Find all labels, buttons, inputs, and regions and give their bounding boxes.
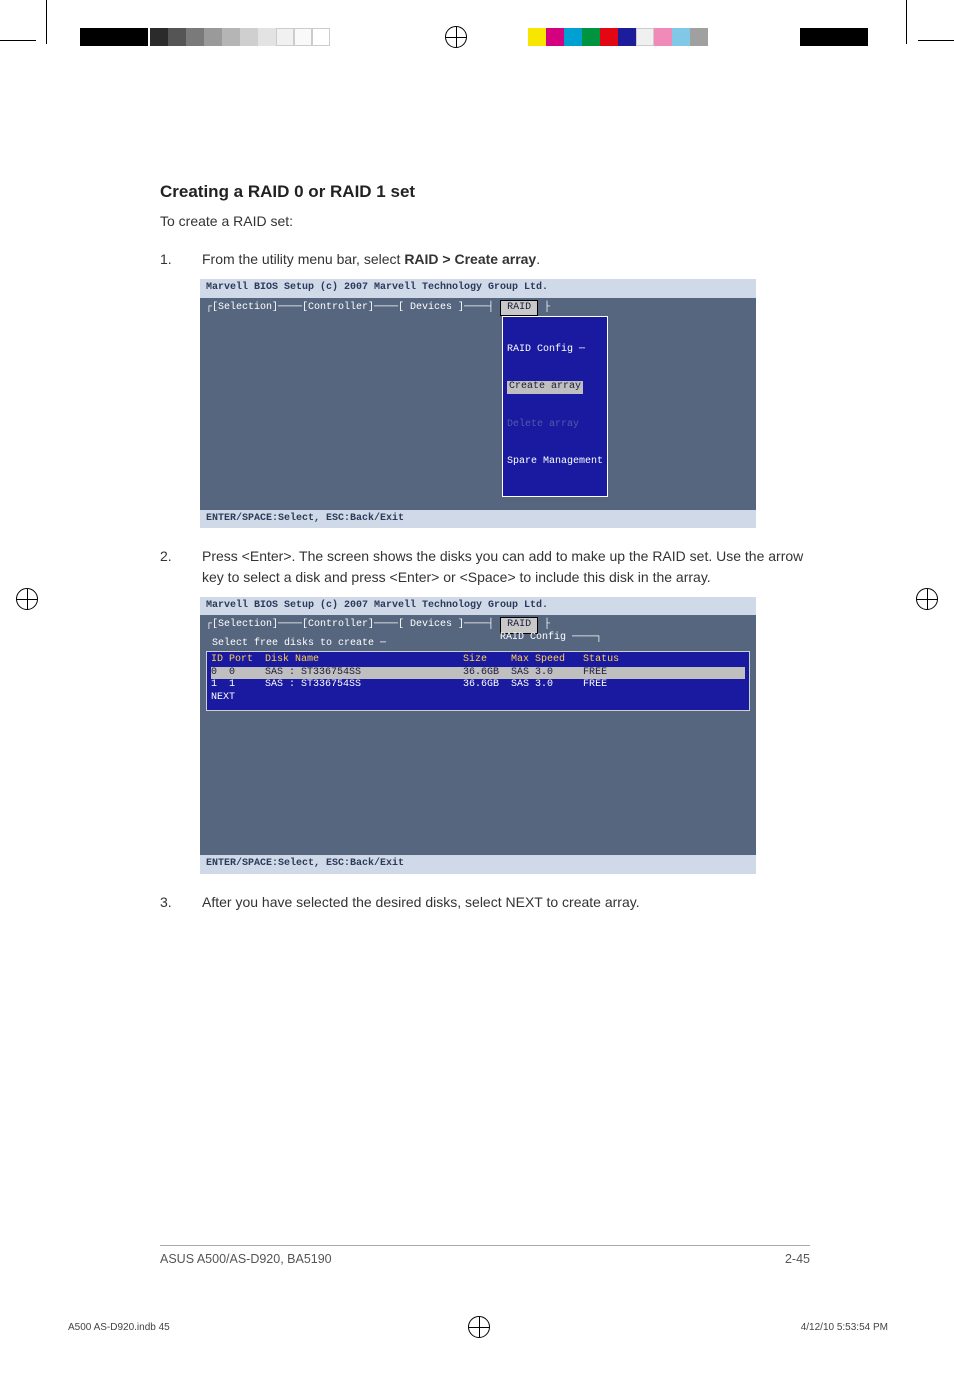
popup-item-spare: Spare Management [507, 456, 603, 469]
bios-footer-hint: ENTER/SPACE:Select, ESC:Back/Exit [200, 855, 756, 874]
popup-item-delete: Delete array [507, 419, 603, 432]
footer-doc-title: ASUS A500/AS-D920, BA5190 [160, 1252, 332, 1266]
raid-config-label: RAID Config ────┐ [500, 631, 602, 646]
disk-columns: ID Port Disk Name Size Max Speed Status [211, 654, 745, 667]
next-option: NEXT [211, 692, 745, 705]
raid-config-popup: RAID Config ─ Create array Delete array … [502, 316, 608, 497]
page-number: 2-45 [785, 1252, 810, 1266]
bios-footer-hint: ENTER/SPACE:Select, ESC:Back/Exit [200, 510, 756, 529]
bios-screen-area: ┌[Selection]────[Controller]────[ Device… [200, 298, 756, 510]
step-1: 1. From the utility menu bar, select RAI… [160, 249, 810, 269]
step-3: 3. After you have selected the desired d… [160, 892, 810, 912]
steps-list: 2. Press <Enter>. The screen shows the d… [160, 546, 810, 587]
bios-menubar: ┌[Selection]────[Controller]────[ Device… [200, 298, 756, 317]
popup-title: RAID Config ─ [507, 344, 603, 357]
raid-tab: RAID [500, 300, 538, 317]
popup-item-create: Create array [507, 381, 603, 394]
disk-row: 1 1 SAS : ST336754SS 36.6GB SAS 3.0 FREE [211, 679, 745, 692]
bios-title-bar: Marvell BIOS Setup (c) 2007 Marvell Tech… [200, 279, 756, 298]
print-timestamp: 4/12/10 5:53:54 PM [801, 1322, 888, 1333]
step-number: 2. [160, 546, 202, 587]
steps-list: 1. From the utility menu bar, select RAI… [160, 249, 810, 269]
step-text: Press <Enter>. The screen shows the disk… [202, 546, 810, 587]
disk-selection-panel: ID Port Disk Name Size Max Speed Status … [206, 651, 750, 711]
bios-screen-area: ┌[Selection]────[Controller]────[ Device… [200, 615, 756, 855]
registration-mark-icon [916, 588, 938, 610]
page-footer: ASUS A500/AS-D920, BA5190 2-45 [160, 1245, 810, 1266]
disk-row: 0 0 SAS : ST336754SS 36.6GB SAS 3.0 FREE [211, 667, 745, 680]
bios-screenshot-1: Marvell BIOS Setup (c) 2007 Marvell Tech… [200, 279, 756, 528]
bios-screenshot-2: Marvell BIOS Setup (c) 2007 Marvell Tech… [200, 597, 756, 874]
printer-marks-top [0, 28, 954, 52]
registration-mark-icon [16, 588, 38, 610]
step-text: After you have selected the desired disk… [202, 892, 810, 912]
bios-menubar: ┌[Selection]────[Controller]────[ Device… [200, 615, 756, 634]
step-number: 3. [160, 892, 202, 912]
step-text: From the utility menu bar, select RAID >… [202, 249, 810, 269]
step-number: 1. [160, 249, 202, 269]
disk-panel-title: Select free disks to create ─ [212, 637, 386, 652]
steps-list: 3. After you have selected the desired d… [160, 892, 810, 912]
print-file-name: A500 AS-D920.indb 45 [68, 1322, 170, 1333]
registration-mark-icon [468, 1316, 490, 1338]
section-heading: Creating a RAID 0 or RAID 1 set [160, 180, 810, 205]
step-2: 2. Press <Enter>. The screen shows the d… [160, 546, 810, 587]
bios-title-bar: Marvell BIOS Setup (c) 2007 Marvell Tech… [200, 597, 756, 616]
intro-text: To create a RAID set: [160, 211, 810, 231]
registration-mark-icon [445, 26, 467, 48]
print-job-footer: A500 AS-D920.indb 45 4/12/10 5:53:54 PM [68, 1322, 888, 1333]
page-content: Creating a RAID 0 or RAID 1 set To creat… [160, 180, 810, 920]
